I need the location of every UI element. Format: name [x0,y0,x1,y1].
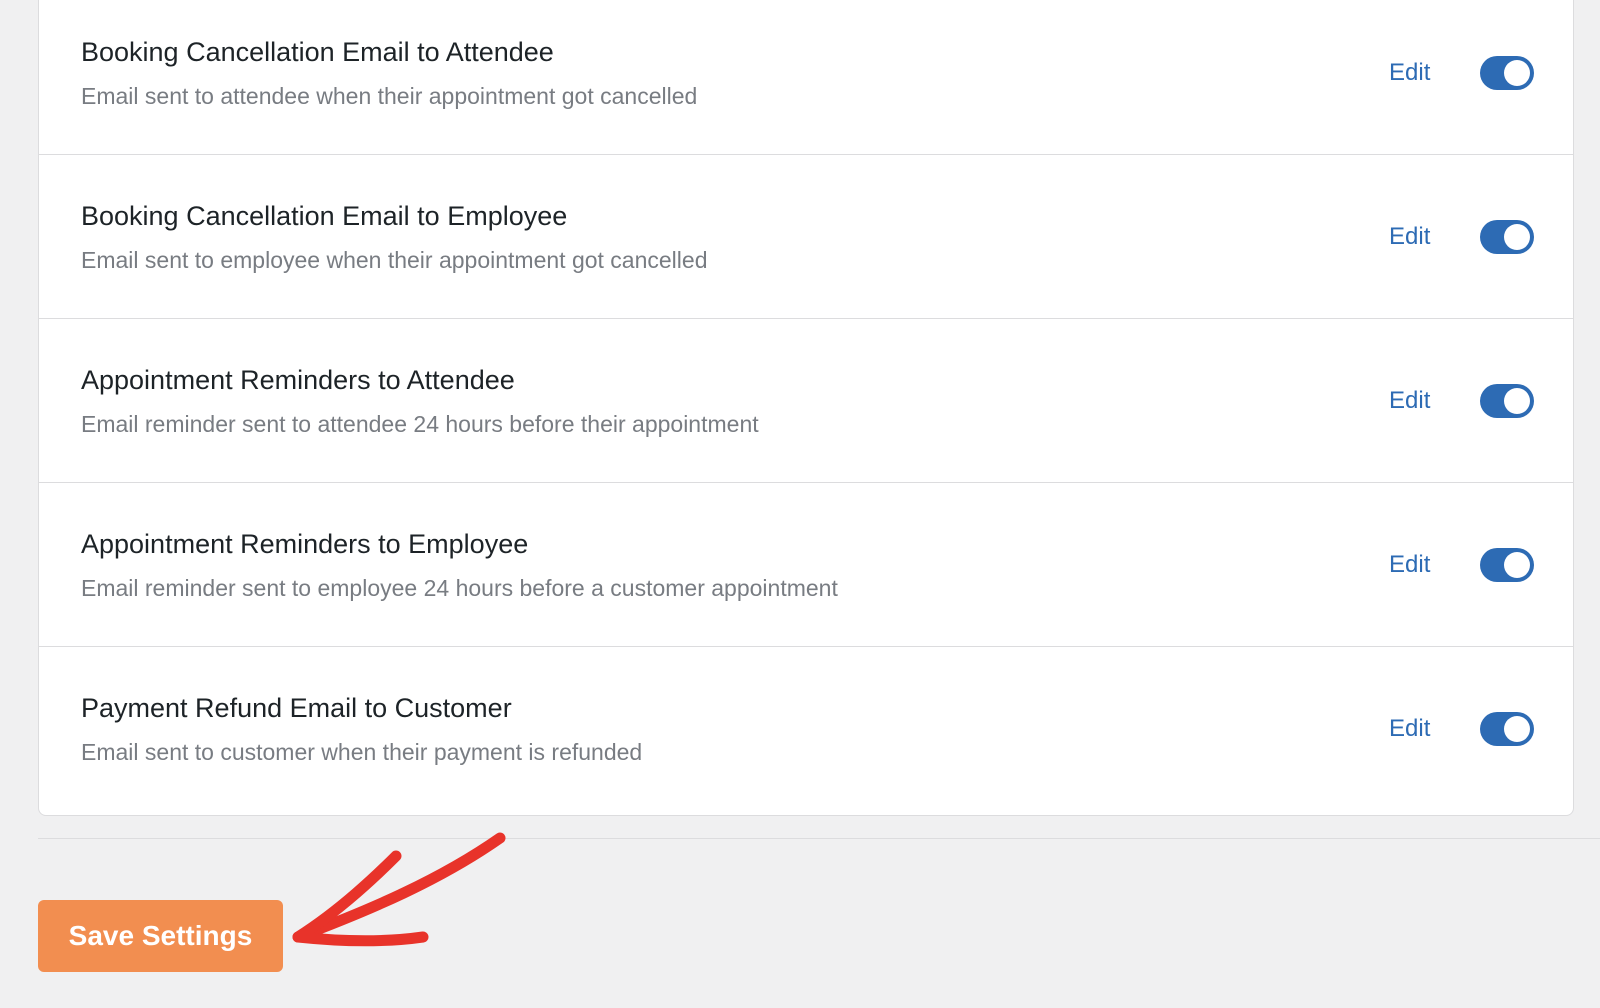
toggle-switch[interactable] [1480,56,1534,90]
notification-title: Payment Refund Email to Customer [81,693,512,723]
notification-title: Appointment Reminders to Attendee [81,365,515,395]
notification-title: Appointment Reminders to Employee [81,529,529,559]
notification-title: Booking Cancellation Email to Employee [81,201,568,231]
toggle-switch[interactable] [1480,384,1534,418]
notification-row-booking-cancellation-employee: Booking Cancellation Email to Employee E… [39,155,1573,319]
notification-description: Email reminder sent to employee 24 hours… [81,575,838,601]
edit-link[interactable]: Edit [1389,58,1430,88]
edit-link[interactable]: Edit [1389,386,1430,416]
notification-description: Email sent to attendee when their appoin… [81,83,698,109]
notification-row-reminder-attendee: Appointment Reminders to Attendee Email … [39,319,1573,483]
save-settings-button[interactable]: Save Settings [38,900,283,972]
edit-link[interactable]: Edit [1389,550,1430,580]
notification-description: Email reminder sent to attendee 24 hours… [81,411,759,437]
toggle-knob [1504,388,1530,414]
toggle-switch[interactable] [1480,220,1534,254]
notification-row-booking-cancellation-attendee: Booking Cancellation Email to Attendee E… [39,0,1573,155]
notification-row-reminder-employee: Appointment Reminders to Employee Email … [39,483,1573,647]
toggle-knob [1504,716,1530,742]
edit-link[interactable]: Edit [1389,222,1430,252]
toggle-knob [1504,224,1530,250]
notification-description: Email sent to employee when their appoin… [81,247,708,273]
toggle-knob [1504,60,1530,86]
email-notifications-card: Booking Cancellation Email to Attendee E… [38,0,1574,816]
notification-title: Booking Cancellation Email to Attendee [81,37,554,67]
toggle-switch[interactable] [1480,712,1534,746]
toggle-knob [1504,552,1530,578]
toggle-switch[interactable] [1480,548,1534,582]
notification-row-payment-refund: Payment Refund Email to Customer Email s… [39,647,1573,811]
notification-description: Email sent to customer when their paymen… [81,739,643,765]
footer-divider [38,838,1600,839]
edit-link[interactable]: Edit [1389,714,1430,744]
